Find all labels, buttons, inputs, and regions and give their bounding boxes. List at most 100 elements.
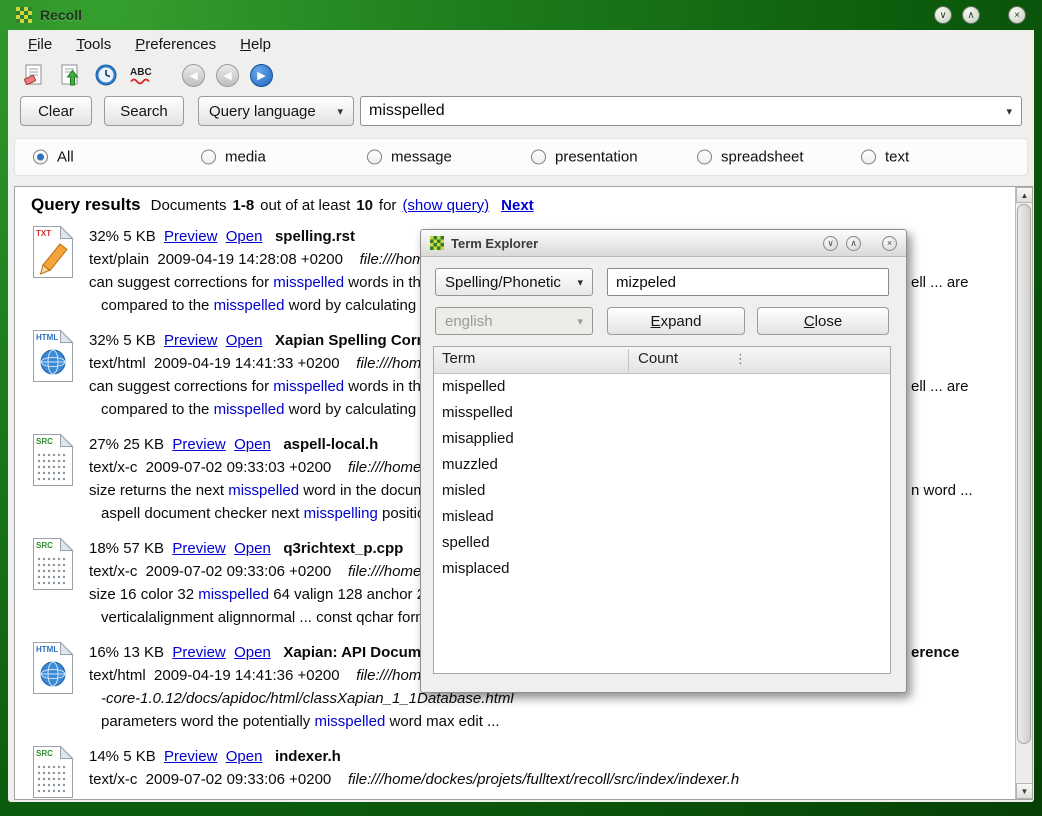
clear-button[interactable]: Clear <box>20 96 92 126</box>
result-title: indexer.h <box>275 748 341 765</box>
summary-text: out of at least <box>260 197 350 214</box>
result-item: SRC14% 5 KB Preview Open indexer.htext/x… <box>31 745 1032 799</box>
language-value: english <box>445 313 493 330</box>
term-row[interactable]: misled <box>434 478 890 504</box>
term-input[interactable] <box>607 268 889 296</box>
result-link[interactable]: Open <box>226 228 263 245</box>
language-dropdown: english ▾ <box>435 307 593 335</box>
result-link[interactable]: Preview <box>172 540 225 557</box>
window-titlebar[interactable]: Recoll ∨ ∧ × <box>8 0 1034 30</box>
filter-media[interactable]: media <box>201 149 266 166</box>
chevron-down-icon[interactable]: ▾ <box>1006 105 1021 118</box>
result-line: 14% 5 KB Preview Open indexer.h <box>89 745 739 768</box>
result-text <box>217 332 225 349</box>
radio-icon[interactable] <box>861 150 876 165</box>
filter-label: presentation <box>555 149 638 166</box>
term-row[interactable]: misspelled <box>434 400 890 426</box>
term-row[interactable]: misplaced <box>434 556 890 582</box>
dialog-close-button[interactable]: × <box>882 236 897 251</box>
term-row[interactable]: misapplied <box>434 426 890 452</box>
column-handle-icon[interactable]: ⋮ <box>734 351 747 367</box>
match-term: misspelling <box>304 505 378 522</box>
menu-help[interactable]: Help <box>230 33 281 56</box>
column-term[interactable]: Term <box>442 350 475 367</box>
filter-message[interactable]: message <box>367 149 452 166</box>
result-text <box>271 436 284 453</box>
filter-label: spreadsheet <box>721 149 804 166</box>
results-scrollbar[interactable]: ▲ ▼ <box>1015 187 1032 799</box>
next-page-button[interactable]: ▶ <box>250 64 273 87</box>
menu-preferences[interactable]: Preferences <box>125 33 226 56</box>
close-dialog-button[interactable]: Close <box>757 307 889 335</box>
result-link[interactable]: Open <box>234 436 271 453</box>
search-button[interactable]: Search <box>104 96 184 126</box>
previous-page-button[interactable]: ◀ <box>216 64 239 87</box>
start-search-icon[interactable] <box>56 61 84 89</box>
dialog-shade-button[interactable]: ∨ <box>823 236 838 251</box>
term-match-type-dropdown[interactable]: Spelling/Phonetic ▾ <box>435 268 593 296</box>
expand-button[interactable]: Expand <box>607 307 745 335</box>
clear-search-icon[interactable] <box>20 61 48 89</box>
result-link[interactable]: Open <box>234 644 271 661</box>
filter-spreadsheet[interactable]: spreadsheet <box>697 149 804 166</box>
term-row[interactable]: mispelled <box>434 374 890 400</box>
search-query-input[interactable] <box>361 102 1006 120</box>
filter-label: All <box>57 149 74 166</box>
shade-button[interactable]: ∨ <box>934 6 952 24</box>
result-text <box>226 540 234 557</box>
radio-icon[interactable] <box>531 150 546 165</box>
result-text: text/html 2009-04-19 14:41:33 +0200 <box>89 355 356 372</box>
history-icon[interactable] <box>92 61 120 89</box>
filter-text[interactable]: text <box>861 149 909 166</box>
term-row[interactable]: spelled <box>434 530 890 556</box>
scrollbar-thumb[interactable] <box>1017 204 1031 744</box>
arrow-right-icon: ▶ <box>257 69 265 82</box>
result-link[interactable]: Preview <box>164 332 217 349</box>
dialog-titlebar[interactable]: Term Explorer ∨ ∧ × <box>421 230 906 257</box>
term-table-header[interactable]: Term Count ⋮ <box>434 347 890 374</box>
results-header: Query results Documents 1-8 out of at le… <box>15 187 1032 221</box>
close-button[interactable]: × <box>1008 6 1026 24</box>
column-count[interactable]: Count <box>638 350 678 367</box>
recoll-logo-icon <box>16 7 32 23</box>
filter-label: media <box>225 149 266 166</box>
next-page-link[interactable]: Next <box>501 197 534 214</box>
term-row[interactable]: muzzled <box>434 452 890 478</box>
spellcheck-icon[interactable]: ABC <box>128 61 156 89</box>
arrow-left-icon: ◀ <box>223 69 231 82</box>
search-query-combobox[interactable]: ▾ <box>360 96 1022 126</box>
show-query-link[interactable]: (show query) <box>402 197 489 214</box>
result-link[interactable]: Preview <box>164 748 217 765</box>
menu-tools[interactable]: Tools <box>66 33 121 56</box>
filter-all[interactable]: All <box>33 149 74 166</box>
result-text: can suggest corrections for <box>89 274 273 291</box>
query-language-dropdown[interactable]: Query language ▾ <box>198 96 354 126</box>
term-row[interactable]: mislead <box>434 504 890 530</box>
result-link[interactable]: Preview <box>172 436 225 453</box>
result-link[interactable]: Open <box>226 332 263 349</box>
result-filepath: file:///home/dockes/projets/fulltext/rec… <box>348 771 739 788</box>
radio-icon[interactable] <box>697 150 712 165</box>
radio-icon[interactable] <box>33 150 48 165</box>
result-text: 18% 57 KB <box>89 540 172 557</box>
result-text: 32% 5 KB <box>89 228 164 245</box>
result-overflow-fragment: ell ... are <box>911 271 969 294</box>
result-link[interactable]: Open <box>234 540 271 557</box>
filter-presentation[interactable]: presentation <box>531 149 638 166</box>
result-text: text/x-c 2009-07-02 09:33:06 +0200 <box>89 563 348 580</box>
result-text <box>226 644 234 661</box>
radio-icon[interactable] <box>201 150 216 165</box>
radio-icon[interactable] <box>367 150 382 165</box>
dialog-maximize-button[interactable]: ∧ <box>846 236 861 251</box>
chevron-down-icon: ▾ <box>337 105 343 118</box>
scroll-down-button[interactable]: ▼ <box>1016 783 1033 799</box>
first-page-button[interactable]: ◀ <box>182 64 205 87</box>
maximize-button[interactable]: ∧ <box>962 6 980 24</box>
result-link[interactable]: Open <box>226 748 263 765</box>
result-link[interactable]: Preview <box>172 644 225 661</box>
menu-file[interactable]: File <box>18 33 62 56</box>
match-term: misspelled <box>273 274 344 291</box>
result-link[interactable]: Preview <box>164 228 217 245</box>
window-controls: ∨ ∧ × <box>934 6 1026 24</box>
scroll-up-button[interactable]: ▲ <box>1016 187 1033 203</box>
